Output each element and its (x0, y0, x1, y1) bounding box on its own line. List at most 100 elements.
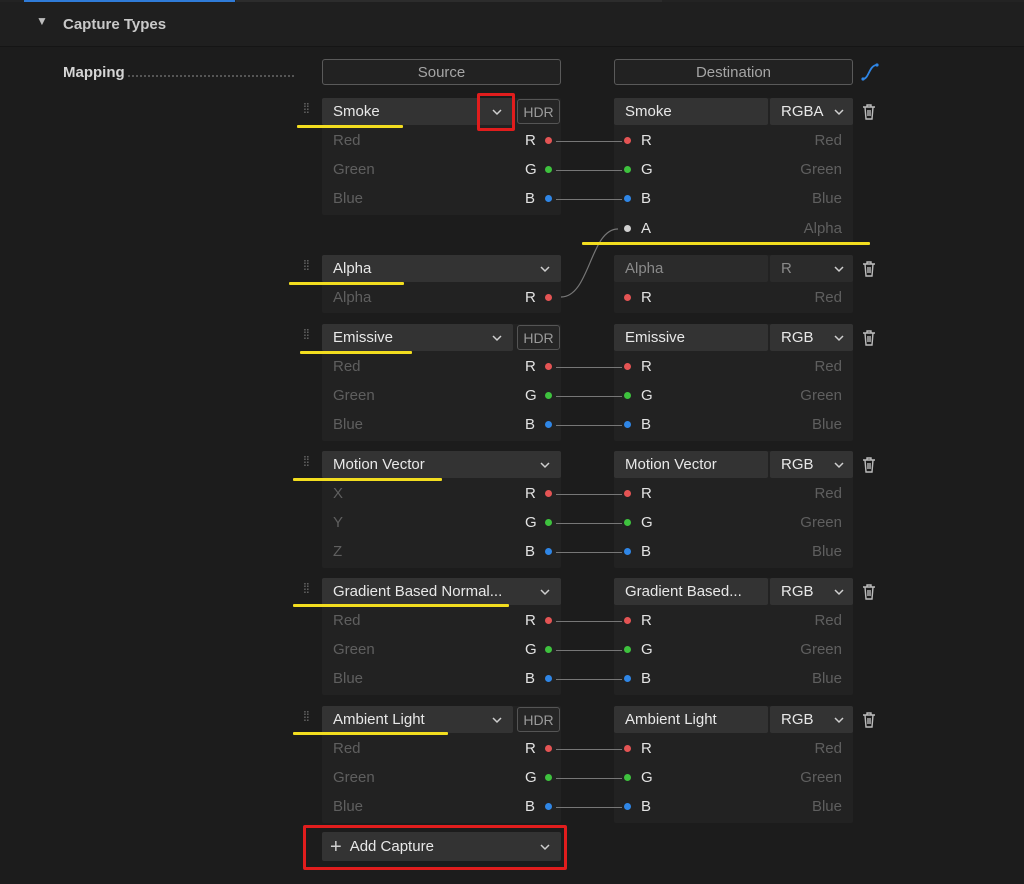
format-select[interactable]: R (770, 255, 853, 282)
trash-icon[interactable] (861, 329, 877, 347)
destination-channel-port[interactable] (624, 294, 631, 301)
destination-channel-name: Green (800, 161, 842, 179)
destination-channel-letter: B (641, 670, 652, 688)
format-select-value: RGB (781, 456, 814, 473)
chevron-down-icon[interactable] (491, 714, 503, 726)
format-select[interactable]: RGB (770, 706, 853, 733)
destination-channel-port[interactable] (624, 490, 631, 497)
destination-name[interactable]: Smoke (614, 98, 768, 125)
trash-icon[interactable] (861, 260, 877, 278)
curve-icon[interactable] (860, 62, 880, 82)
drag-handle-icon[interactable]: ⁞⁞ (303, 454, 310, 468)
source-channel-letter: B (525, 190, 536, 208)
destination-channel-name: Blue (811, 543, 842, 561)
delete-capture-button[interactable] (861, 260, 877, 283)
mapping-leader-dots (128, 75, 294, 77)
drag-handle-icon[interactable]: ⁞⁞ (303, 101, 310, 115)
source-channel-port[interactable] (545, 294, 552, 301)
destination-name-value: Motion Vector (625, 456, 717, 473)
chevron-down-icon[interactable] (833, 106, 845, 118)
delete-capture-button[interactable] (861, 456, 877, 479)
drag-handle-icon[interactable]: ⁞⁞ (303, 709, 310, 723)
source-channel-port[interactable] (545, 617, 552, 624)
highlight-underline (293, 604, 509, 607)
channel-wire (556, 778, 622, 780)
delete-capture-button[interactable] (861, 103, 877, 126)
source-channel-letter: G (525, 641, 537, 659)
destination-name[interactable]: Gradient Based... (614, 578, 768, 605)
chevron-down-icon[interactable] (539, 263, 551, 275)
source-channel-port[interactable] (545, 137, 552, 144)
trash-icon[interactable] (861, 583, 877, 601)
destination-name-value: Smoke (625, 103, 672, 120)
destination-channel-name: Red (814, 485, 842, 502)
highlight-box (303, 825, 567, 870)
destination-channel-port[interactable] (624, 745, 631, 752)
destination-channel-name: Red (814, 740, 842, 757)
format-select[interactable]: RGB (770, 324, 853, 351)
chevron-down-icon[interactable] (833, 459, 845, 471)
delete-capture-button[interactable] (861, 711, 877, 734)
delete-capture-button[interactable] (861, 583, 877, 606)
source-select[interactable]: Gradient Based Normal... (322, 578, 561, 605)
destination-channel-port[interactable] (624, 224, 631, 232)
hdr-toggle[interactable]: HDR (517, 99, 560, 124)
destination-channel-letter: R (641, 612, 652, 629)
drag-handle-icon[interactable]: ⁞⁞ (303, 258, 310, 272)
source-column-header: Source (322, 59, 561, 85)
chevron-down-icon[interactable] (491, 332, 503, 344)
destination-name[interactable]: Ambient Light (614, 706, 768, 733)
destination-channel-letter: R (641, 132, 652, 149)
channel-wire (556, 523, 622, 525)
chevron-down-icon[interactable] (539, 586, 551, 598)
destination-name[interactable]: Alpha (614, 255, 768, 282)
drag-handle-icon[interactable]: ⁞⁞ (303, 581, 310, 595)
destination-channel-name: Green (800, 387, 842, 405)
format-select[interactable]: RGBA (770, 98, 853, 125)
channel-wire (556, 170, 622, 172)
highlight-box (477, 93, 515, 131)
source-channel-name: Red (333, 358, 361, 375)
hdr-toggle[interactable]: HDR (517, 325, 560, 350)
source-channel-port[interactable] (545, 363, 552, 370)
destination-channel-letter: R (641, 358, 652, 375)
hdr-toggle[interactable]: HDR (517, 707, 560, 732)
source-select[interactable]: Motion Vector (322, 451, 561, 478)
format-select[interactable]: RGB (770, 578, 853, 605)
chevron-down-icon[interactable] (833, 263, 845, 275)
source-channel-name: Blue (333, 416, 364, 434)
alpha-to-smoke-a-wire (560, 228, 619, 298)
drag-handle-icon[interactable]: ⁞⁞ (303, 327, 310, 341)
chevron-down-icon[interactable] (539, 459, 551, 471)
trash-icon[interactable] (861, 103, 877, 121)
source-channel-letter: R (525, 485, 536, 502)
chevron-down-icon[interactable] (833, 332, 845, 344)
destination-channel-port[interactable] (624, 617, 631, 624)
destination-name[interactable]: Motion Vector (614, 451, 768, 478)
destination-channel-letter: B (641, 416, 652, 434)
destination-channel-letter: G (641, 514, 653, 532)
source-select-value: Smoke (333, 103, 380, 120)
chevron-down-icon[interactable] (833, 586, 845, 598)
destination-name-value: Ambient Light (625, 711, 717, 728)
chevron-down-icon[interactable] (833, 714, 845, 726)
source-channel-port[interactable] (545, 490, 552, 497)
destination-channel-port[interactable] (624, 137, 631, 144)
source-channel-letter: R (525, 358, 536, 375)
source-select[interactable]: Alpha (322, 255, 561, 282)
destination-channel-name: Red (814, 612, 842, 629)
destination-channel-letter: R (641, 289, 652, 306)
trash-icon[interactable] (861, 456, 877, 474)
source-channel-name: Red (333, 132, 361, 149)
format-select[interactable]: RGB (770, 451, 853, 478)
destination-channel-name: Alpha (803, 219, 842, 237)
source-channel-port[interactable] (545, 745, 552, 752)
source-select[interactable]: Ambient Light (322, 706, 513, 733)
source-select[interactable]: Emissive (322, 324, 513, 351)
destination-channel-port[interactable] (624, 363, 631, 370)
destination-name[interactable]: Emissive (614, 324, 768, 351)
triangle-down-icon[interactable]: ▼ (36, 14, 48, 28)
trash-icon[interactable] (861, 711, 877, 729)
delete-capture-button[interactable] (861, 329, 877, 352)
source-channel-name: Red (333, 612, 361, 629)
